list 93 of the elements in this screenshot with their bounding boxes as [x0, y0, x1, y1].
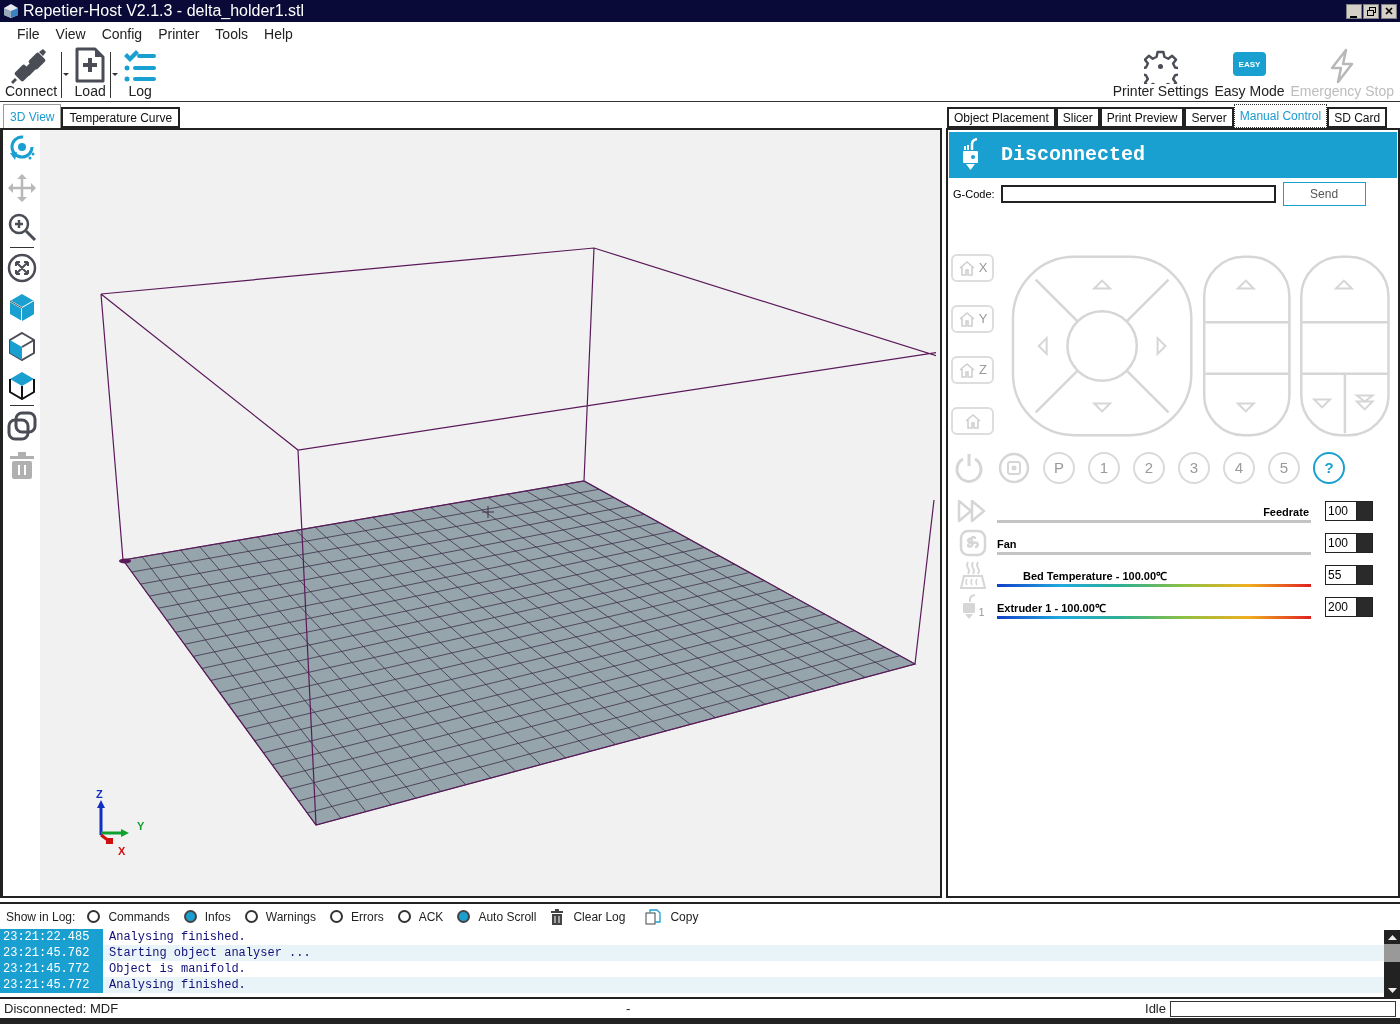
- home-icon: [957, 260, 976, 276]
- origin-marker: [119, 558, 131, 564]
- log-message: Object is manifold.: [108, 961, 246, 977]
- status-text: -: [626, 999, 632, 1018]
- log-filter-label: Infos: [204, 908, 231, 926]
- easy-badge-icon: EASY: [1232, 52, 1266, 76]
- log-time-cell: 23:21:22.485: [0, 929, 103, 945]
- slider-track[interactable]: [997, 616, 1311, 619]
- trash-icon: [550, 908, 565, 925]
- log-filter-label: ACK: [418, 908, 444, 926]
- slider-label: Extruder 1 - 100.00℃: [997, 602, 1106, 614]
- home-icon: [957, 311, 976, 327]
- toolbar-button[interactable]: EASY Easy Mode: [1214, 52, 1285, 99]
- extruder-icon: [961, 594, 978, 620]
- log-filter-radio[interactable]: [183, 910, 197, 923]
- log-filter-label: Commands: [108, 908, 170, 926]
- send-button[interactable]: Send: [1282, 182, 1366, 206]
- log-action-button[interactable]: Copy: [645, 907, 699, 926]
- toolbar-button[interactable]: Printer Settings: [1112, 50, 1209, 99]
- cube-side-view-icon[interactable]: [6, 331, 37, 361]
- number-field[interactable]: 100: [1325, 501, 1373, 521]
- slider-label: Fan: [997, 538, 1017, 550]
- view-tab[interactable]: Temperature Curve: [61, 107, 181, 128]
- close-icon: [1385, 7, 1393, 15]
- maximize-button[interactable]: [1363, 3, 1379, 19]
- close-button[interactable]: [1381, 3, 1397, 19]
- log-scrollbar[interactable]: [1384, 930, 1400, 997]
- number-field[interactable]: 100: [1325, 533, 1373, 553]
- gcode-input-field[interactable]: [1000, 185, 1276, 203]
- file-plus-icon: [74, 46, 107, 84]
- log-filter-label: Auto Scroll: [478, 908, 537, 926]
- menu-item[interactable]: Printer: [150, 23, 208, 45]
- log-message: Starting object analyser ...: [108, 945, 311, 961]
- maximize-icon: [1366, 6, 1376, 16]
- slider-track[interactable]: [997, 520, 1311, 523]
- slider-track[interactable]: [997, 552, 1311, 555]
- log-time-cell: 23:21:45.772: [0, 977, 103, 993]
- panel-tab[interactable]: Server: [1184, 107, 1234, 128]
- gcode-label: G-Code:: [953, 186, 995, 202]
- window-title: Repetier-Host V2.1.3 - delta_holder1.stl: [23, 3, 305, 19]
- log-filter-radio[interactable]: [330, 910, 343, 923]
- 3d-viewport[interactable]: Z Y X: [40, 130, 940, 896]
- menu-item[interactable]: Help: [256, 23, 301, 45]
- zoom-icon[interactable]: [6, 212, 37, 242]
- status-connection: Disconnected: MDF: [3, 999, 120, 1018]
- fit-view-icon[interactable]: [6, 253, 37, 283]
- copy-icon: [645, 908, 662, 925]
- log-message: Analysing finished.: [108, 929, 246, 945]
- menu-item[interactable]: View: [47, 23, 94, 45]
- log-time-cell: 23:21:45.762: [0, 945, 103, 961]
- overlap-squares-icon[interactable]: [6, 411, 37, 441]
- toolbar-button[interactable]: Connect: [4, 48, 59, 99]
- menu-item[interactable]: Config: [93, 23, 151, 45]
- home-icon: [963, 413, 982, 429]
- menu-item[interactable]: File: [9, 23, 48, 45]
- nozzle-icon: [961, 138, 981, 172]
- fan-icon: [959, 529, 987, 557]
- number-field[interactable]: 200: [1325, 597, 1373, 617]
- toolbar-button[interactable]: Load: [73, 46, 108, 99]
- scroll-down-icon[interactable]: [1387, 987, 1397, 993]
- log-filter-label: Errors: [351, 908, 384, 926]
- log-filter-radio[interactable]: [397, 910, 411, 923]
- panel-tab[interactable]: SD Card: [1327, 107, 1388, 128]
- panel-tab[interactable]: Object Placement: [947, 107, 1056, 128]
- slider-label: Bed Temperature - 100.00℃: [1023, 570, 1168, 582]
- log-filter-label: Warnings: [265, 908, 316, 926]
- log-filter-radio[interactable]: [457, 910, 471, 923]
- slider-track[interactable]: [997, 584, 1311, 587]
- connection-status: Disconnected: [1001, 142, 1146, 168]
- status-state: Idle: [1144, 999, 1166, 1018]
- extruder-number: 1: [978, 604, 985, 620]
- log-time-cell: 23:21:45.772: [0, 961, 103, 977]
- toolbar-button[interactable]: Log: [122, 50, 159, 99]
- app-logo-icon: [3, 3, 19, 19]
- log-filter-radio[interactable]: [87, 910, 101, 923]
- minimize-button[interactable]: [1346, 3, 1362, 19]
- menu-item[interactable]: Tools: [207, 23, 257, 45]
- number-field[interactable]: 55: [1325, 565, 1373, 585]
- panel-tab[interactable]: Slicer: [1055, 107, 1100, 128]
- gear-icon: [1143, 50, 1178, 84]
- heated-bed-icon: [959, 560, 987, 590]
- home-icon: [958, 362, 976, 378]
- show-in-log-label: Show in Log:: [6, 908, 76, 926]
- axis-gizmo: Z Y X: [96, 788, 145, 857]
- log-action-button[interactable]: Clear Log: [550, 907, 626, 926]
- center-mark: [481, 505, 495, 519]
- log-message: Analysing finished.: [108, 977, 246, 993]
- panel-tab[interactable]: Print Preview: [1099, 107, 1185, 128]
- log-filter-radio[interactable]: [244, 910, 258, 923]
- scroll-up-icon[interactable]: [1387, 934, 1397, 940]
- slider-label: Feedrate: [1263, 506, 1309, 518]
- cube-front-view-icon[interactable]: [6, 370, 37, 400]
- checklist-icon: [123, 50, 158, 84]
